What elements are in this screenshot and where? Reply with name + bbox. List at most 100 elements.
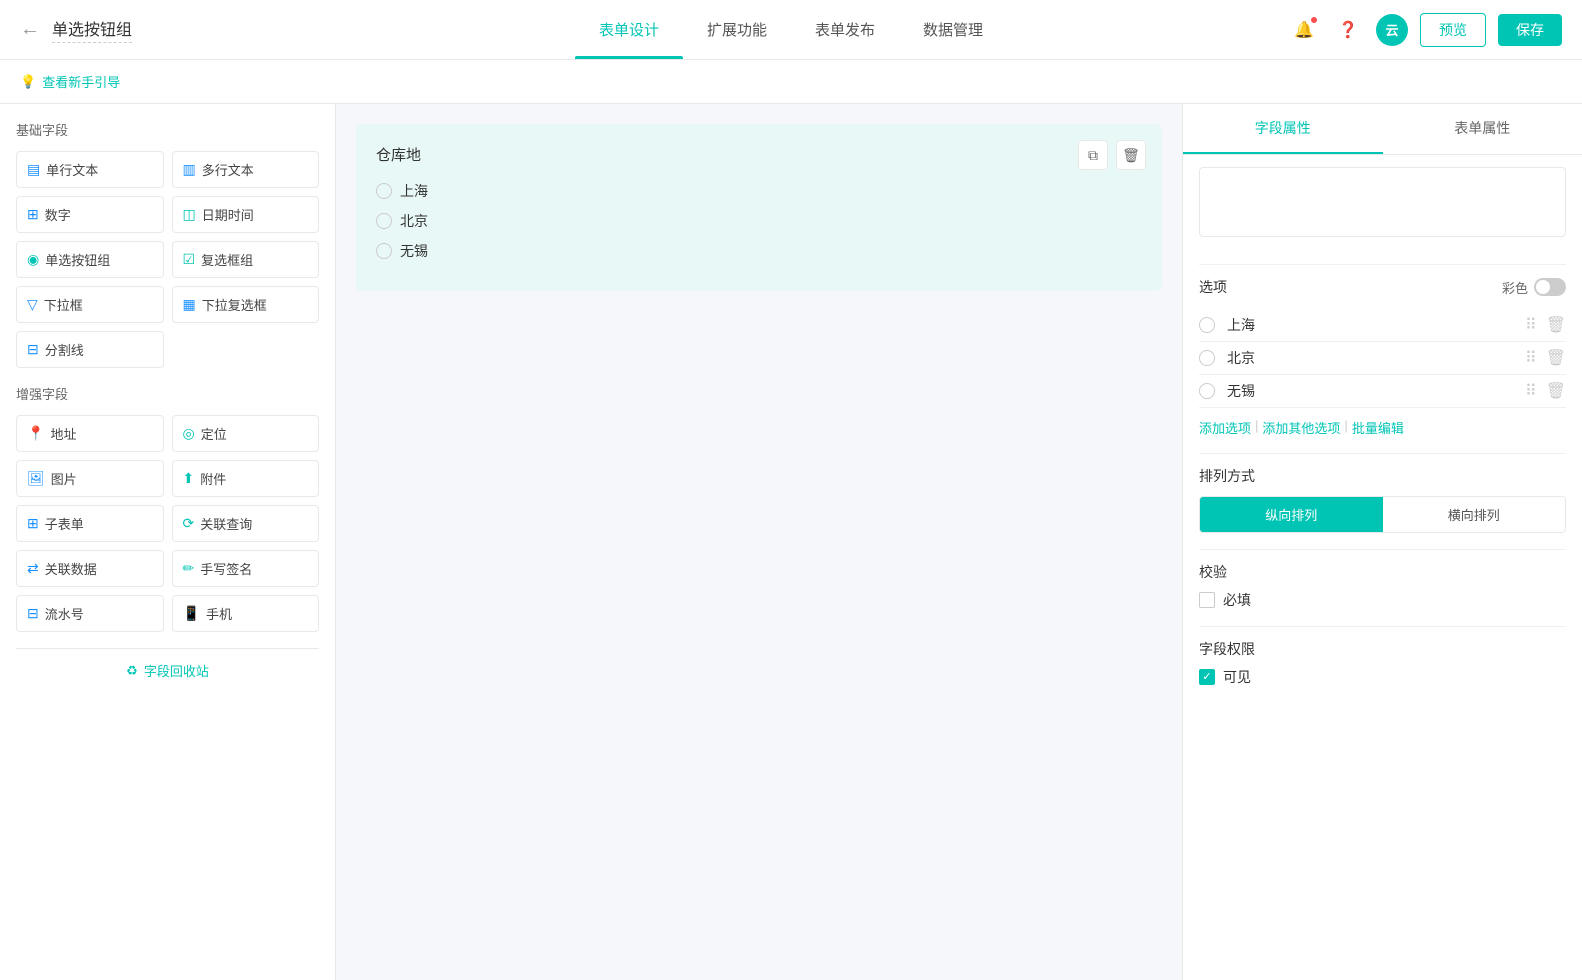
option-text-2[interactable]: 无锡 xyxy=(1223,381,1517,401)
handwriting-icon: ✏ xyxy=(183,560,195,577)
serial-label: 流水号 xyxy=(45,604,84,623)
delete-option-1[interactable]: 🗑 xyxy=(1546,348,1566,368)
address-label: 地址 xyxy=(50,424,76,443)
field-card-label: 仓库地 xyxy=(376,144,1142,165)
header: ← 单选按钮组 表单设计 扩展功能 表单发布 数据管理 🔔 ❓ 云 预览 保存 xyxy=(0,0,1582,60)
field-location[interactable]: ◎ 定位 xyxy=(172,415,320,452)
drag-handle-1[interactable]: ⠿ xyxy=(1525,348,1538,368)
option-radio-2[interactable] xyxy=(1199,383,1215,399)
right-content: 选项 彩色 上海 ⠿ 🗑 北京 ⠿ 🗑 无锡 xyxy=(1183,155,1582,715)
radio-circle-0[interactable] xyxy=(376,183,392,199)
required-label: 必填 xyxy=(1223,590,1251,610)
add-option-link[interactable]: 添加选项 xyxy=(1199,418,1251,437)
divider-3 xyxy=(1199,549,1566,550)
required-checkbox[interactable] xyxy=(1199,592,1215,608)
field-mobile[interactable]: 📱 手机 xyxy=(172,595,320,632)
dropdown-icon: ▽ xyxy=(27,296,38,313)
datetime-label: 日期时间 xyxy=(202,205,254,224)
form-field-card: 仓库地 ⧉ 🗑 上海 北京 无锡 xyxy=(356,124,1162,291)
field-single-text[interactable]: ▤ 单行文本 xyxy=(16,151,164,188)
guide-bar: 💡 查看新手引导 xyxy=(0,60,1582,104)
recycle-bin[interactable]: ♻ 字段回收站 xyxy=(16,648,319,692)
perm-label: 字段权限 xyxy=(1199,639,1566,659)
help-icon[interactable]: ❓ xyxy=(1332,14,1364,46)
field-description-textarea[interactable] xyxy=(1199,167,1566,237)
attachment-icon: ⬆ xyxy=(183,470,195,487)
sep-2: | xyxy=(1344,418,1347,437)
color-toggle[interactable] xyxy=(1534,278,1566,296)
checkbox-label: 复选框组 xyxy=(201,250,253,269)
sort-horizontal-button[interactable]: 横向排列 xyxy=(1383,497,1566,532)
nav-form-design[interactable]: 表单设计 xyxy=(575,0,683,59)
radio-circle-2[interactable] xyxy=(376,243,392,259)
field-subtable[interactable]: ⊞ 子表单 xyxy=(16,505,164,542)
field-attachment[interactable]: ⬆ 附件 xyxy=(172,460,320,497)
field-handwriting[interactable]: ✏ 手写签名 xyxy=(172,550,320,587)
option-row-0: 上海 ⠿ 🗑 xyxy=(1199,309,1566,342)
dropdown-label: 下拉框 xyxy=(44,295,83,314)
field-multi-dropdown[interactable]: ▦ 下拉复选框 xyxy=(172,286,320,323)
field-number[interactable]: ⊞ 数字 xyxy=(16,196,164,233)
option-text-0[interactable]: 上海 xyxy=(1223,315,1517,335)
radio-option-2: 无锡 xyxy=(376,241,1142,261)
guide-link[interactable]: 💡 查看新手引导 xyxy=(20,72,120,91)
nav-data-mgmt[interactable]: 数据管理 xyxy=(899,0,1007,59)
delete-option-2[interactable]: 🗑 xyxy=(1546,381,1566,401)
guide-link-text[interactable]: 查看新手引导 xyxy=(42,72,120,91)
radio-circle-1[interactable] xyxy=(376,213,392,229)
handwriting-label: 手写签名 xyxy=(200,559,252,578)
radio-option-0: 上海 xyxy=(376,181,1142,201)
radio-option-label-2: 无锡 xyxy=(400,241,428,261)
field-multi-text[interactable]: ▥ 多行文本 xyxy=(172,151,320,188)
field-related-query[interactable]: ⟳ 关联查询 xyxy=(172,505,320,542)
delete-option-0[interactable]: 🗑 xyxy=(1546,315,1566,335)
field-address[interactable]: 📍 地址 xyxy=(16,415,164,452)
field-dropdown[interactable]: ▽ 下拉框 xyxy=(16,286,164,323)
single-text-icon: ▤ xyxy=(27,161,40,178)
radio-option-1: 北京 xyxy=(376,211,1142,231)
tab-form-properties[interactable]: 表单属性 xyxy=(1383,104,1582,154)
notify-dot xyxy=(1310,16,1318,24)
preview-button[interactable]: 预览 xyxy=(1420,13,1486,47)
multi-text-icon: ▥ xyxy=(183,161,196,178)
attachment-label: 附件 xyxy=(200,469,226,488)
options-section-header: 选项 彩色 xyxy=(1199,277,1566,297)
delete-field-button[interactable]: 🗑 xyxy=(1116,140,1146,170)
recycle-label: 字段回收站 xyxy=(144,661,209,680)
field-checkbox[interactable]: ☑ 复选框组 xyxy=(172,241,320,278)
field-datetime[interactable]: ◫ 日期时间 xyxy=(172,196,320,233)
back-button[interactable]: ← xyxy=(20,18,40,41)
visible-label: 可见 xyxy=(1223,667,1251,687)
color-toggle-label: 彩色 xyxy=(1502,278,1528,297)
copy-field-button[interactable]: ⧉ xyxy=(1078,140,1108,170)
drag-handle-0[interactable]: ⠿ xyxy=(1525,315,1538,335)
field-serial[interactable]: ⊟ 流水号 xyxy=(16,595,164,632)
radio-option-label-0: 上海 xyxy=(400,181,428,201)
option-text-1[interactable]: 北京 xyxy=(1223,348,1517,368)
divider-1 xyxy=(1199,264,1566,265)
save-button[interactable]: 保存 xyxy=(1498,14,1562,46)
field-related-data[interactable]: ⇄ 关联数据 xyxy=(16,550,164,587)
field-image[interactable]: 🖼 图片 xyxy=(16,460,164,497)
option-radio-1[interactable] xyxy=(1199,350,1215,366)
multi-text-label: 多行文本 xyxy=(202,160,254,179)
user-avatar[interactable]: 云 xyxy=(1376,14,1408,46)
option-radio-0[interactable] xyxy=(1199,317,1215,333)
tab-field-properties[interactable]: 字段属性 xyxy=(1183,104,1383,154)
nav-publish[interactable]: 表单发布 xyxy=(791,0,899,59)
location-icon: ◎ xyxy=(183,425,195,442)
batch-edit-link[interactable]: 批量编辑 xyxy=(1352,418,1404,437)
visible-checkbox[interactable] xyxy=(1199,669,1215,685)
main-nav: 表单设计 扩展功能 表单发布 数据管理 xyxy=(575,0,1007,59)
notification-icon[interactable]: 🔔 xyxy=(1288,14,1320,46)
page-title: 单选按钮组 xyxy=(52,16,132,43)
subtable-label: 子表单 xyxy=(45,514,84,533)
right-tabs: 字段属性 表单属性 xyxy=(1183,104,1582,155)
sort-vertical-button[interactable]: 纵向排列 xyxy=(1200,497,1383,532)
nav-extend[interactable]: 扩展功能 xyxy=(683,0,791,59)
drag-handle-2[interactable]: ⠿ xyxy=(1525,381,1538,401)
field-radio[interactable]: ◉ 单选按钮组 xyxy=(16,241,164,278)
single-text-label: 单行文本 xyxy=(46,160,98,179)
field-divider[interactable]: ⊟ 分割线 xyxy=(16,331,164,368)
add-other-option-link[interactable]: 添加其他选项 xyxy=(1262,418,1340,437)
